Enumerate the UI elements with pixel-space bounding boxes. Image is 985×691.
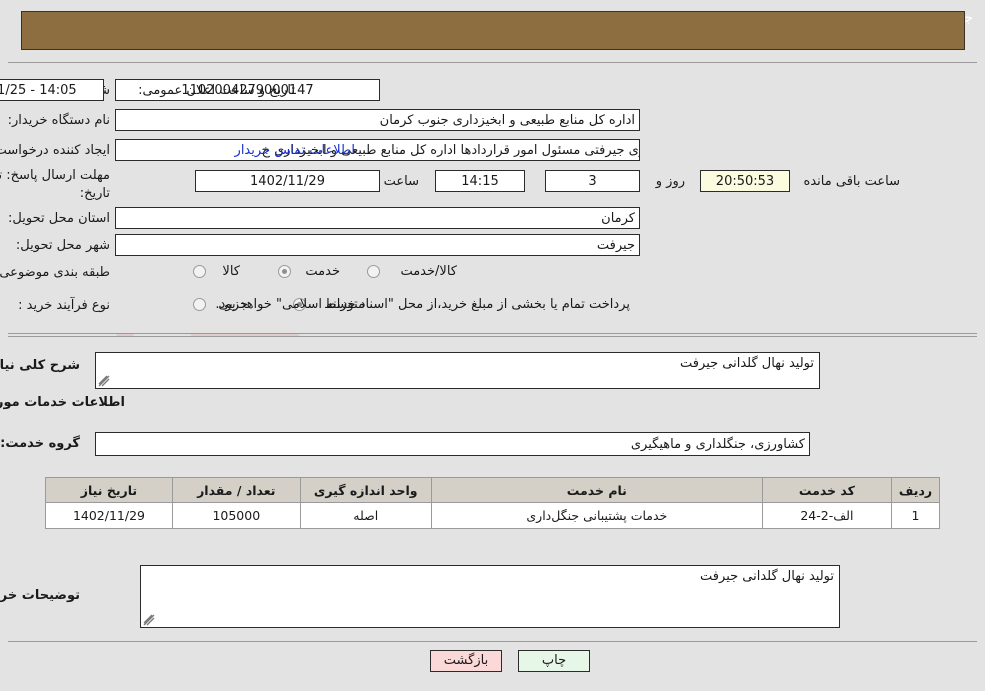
back-button[interactable]: بازگشت <box>430 650 502 672</box>
label-request-creator: ایجاد کننده درخواست: <box>0 143 110 158</box>
services-table: ردیف کد خدمت نام خدمت واحد اندازه گیری ت… <box>45 477 941 529</box>
field-request-creator[interactable]: سپیده نادری جیرفتی مسئول امور قراردادها … <box>115 139 640 161</box>
cell-unit: اصله <box>299 502 432 529</box>
label-remaining: ساعت باقی مانده <box>803 174 900 189</box>
label-delivery-city: شهر محل تحویل: <box>15 238 110 253</box>
resize-grip-icon[interactable] <box>143 614 155 626</box>
field-deadline-date[interactable]: 1402/11/29 <box>195 170 380 192</box>
page-header-bar <box>21 11 965 50</box>
col-row-no: ردیف <box>890 477 941 503</box>
field-announce-datetime[interactable]: 14:05 - 1402/11/25 <box>0 79 104 101</box>
table-header-row: ردیف کد خدمت نام خدمت واحد اندازه گیری ت… <box>45 477 941 503</box>
resize-grip-icon[interactable] <box>98 375 110 387</box>
label-buyer-org: نام دستگاه خریدار: <box>7 113 110 128</box>
label-subject-class: طبقه بندی موضوعی: <box>0 265 110 280</box>
label-response-deadline-2: تاریخ: <box>79 186 110 201</box>
field-buyer-notes[interactable]: تولید نهال گلدانی جیرفت <box>140 565 840 628</box>
cell-quantity: 105000 <box>171 502 301 529</box>
cell-service-name: خدمات پشتیبانی جنگل‌داری <box>430 502 763 529</box>
col-unit: واحد اندازه گیری <box>299 477 432 503</box>
label-subject-goods: کالا <box>222 264 240 279</box>
label-deadline-hour: ساعت <box>383 174 419 189</box>
buyer-contact-link[interactable]: اطلاعات تماس خریدار <box>235 143 355 158</box>
field-deadline-time[interactable]: 14:15 <box>435 170 525 192</box>
treasury-note: پرداخت تمام یا بخشی از مبلغ خرید،از محل … <box>215 297 630 312</box>
field-remaining-time: 20:50:53 <box>700 170 790 192</box>
need-summary-panel <box>8 62 977 334</box>
label-general-description: شرح کلی نیاز: <box>0 358 80 373</box>
label-buyer-notes: توضیحات خریدار: <box>0 588 80 603</box>
section-title-services: اطلاعات خدمات مورد نیاز <box>0 395 125 410</box>
label-service-group: گروه خدمت: <box>0 436 80 451</box>
col-service-name: نام خدمت <box>430 477 763 503</box>
field-delivery-city[interactable]: جیرفت <box>115 234 640 256</box>
radio-process-minor[interactable] <box>193 298 206 311</box>
col-service-code: کد خدمت <box>761 477 892 503</box>
field-service-group[interactable]: کشاورزی، جنگلداری و ماهیگیری <box>95 432 810 456</box>
label-subject-goods-service: کالا/خدمت <box>400 264 457 279</box>
table-row: 1 الف-2-24 خدمات پشتیبانی جنگل‌داری اصله… <box>45 502 941 529</box>
field-buyer-org[interactable]: اداره کل منابع طبیعی و ابخیزداری جنوب کر… <box>115 109 640 131</box>
col-quantity: تعداد / مقدار <box>171 477 301 503</box>
radio-subject-goods[interactable] <box>193 265 206 278</box>
col-need-date: تاریخ نیاز <box>45 477 173 503</box>
label-response-deadline: مهلت ارسال پاسخ: تا <box>0 168 110 183</box>
label-announce-datetime: تاریخ و ساعت اعلان عمومی: <box>138 83 295 98</box>
radio-subject-goods-service[interactable] <box>367 265 380 278</box>
page-root: AriaTender.net جزئیات اطلاعات نیاز شماره… <box>0 0 985 691</box>
label-delivery-province: استان محل تحویل: <box>8 211 110 226</box>
label-subject-service: خدمت <box>305 264 340 279</box>
field-delivery-province[interactable]: کرمان <box>115 207 640 229</box>
cell-need-date: 1402/11/29 <box>45 502 173 529</box>
cell-service-code: الف-2-24 <box>761 502 892 529</box>
radio-subject-service[interactable] <box>278 265 291 278</box>
label-days-and: روز و <box>655 174 685 189</box>
label-purchase-process: نوع فرآیند خرید : <box>18 298 110 313</box>
print-button[interactable]: چاپ <box>518 650 590 672</box>
field-general-description[interactable]: تولید نهال گلدانی جیرفت <box>95 352 820 389</box>
field-remaining-days: 3 <box>545 170 640 192</box>
cell-row-no: 1 <box>890 502 941 529</box>
